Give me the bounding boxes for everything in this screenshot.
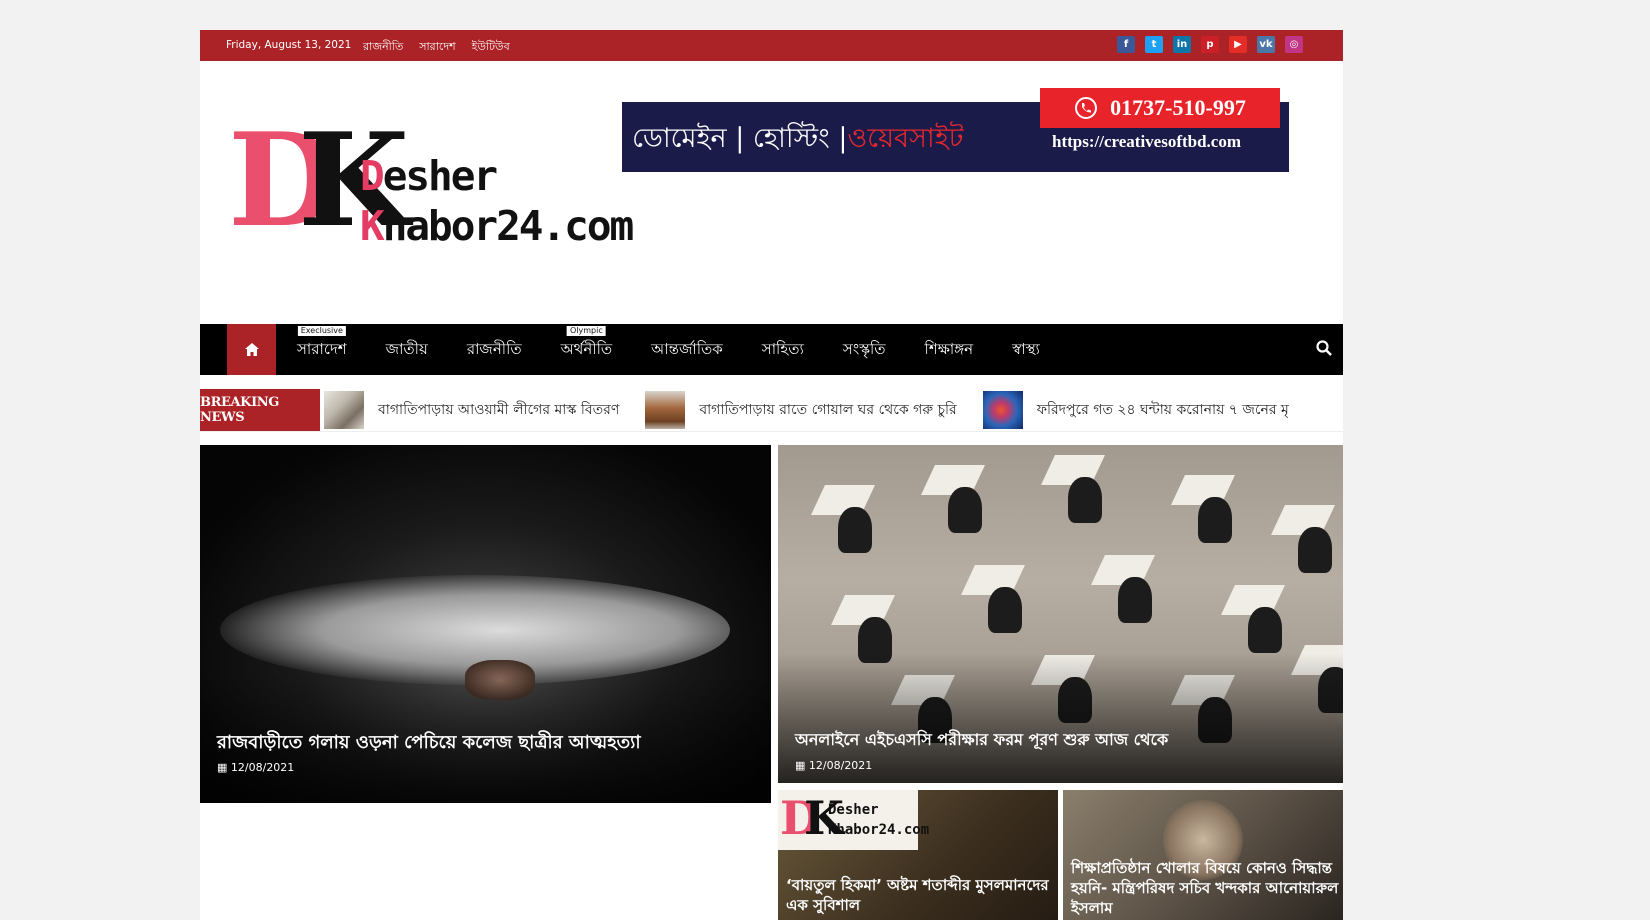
- vk-icon[interactable]: vk: [1257, 36, 1275, 53]
- top-link-youtube[interactable]: ইউটিউব: [472, 38, 510, 57]
- youtube-icon[interactable]: ▶: [1229, 36, 1247, 53]
- nav-items: সারাদেশ Execlusive জাতীয় রাজনীতি অর্থনীতি Ol…: [297, 324, 1040, 375]
- top-bar: Friday, August 13, 2021 রাজনীতি সারাদেশ …: [200, 30, 1343, 61]
- linkedin-icon[interactable]: in: [1173, 36, 1191, 53]
- breaking-news-bar: BREAKING NEWS বাগাতিপাড়ায় আওয়ামী লীগে…: [200, 389, 1343, 432]
- ticker-item[interactable]: ফরিদপুরে গত ২৪ ঘন্টায় করোনায় ৭ জনের মৃ: [982, 391, 1289, 429]
- nav-item[interactable]: সারাদেশ Execlusive: [297, 324, 347, 375]
- image-detail: [1248, 607, 1282, 653]
- current-date: Friday, August 13, 2021: [226, 39, 352, 51]
- ticker-thumbnail: [324, 391, 364, 429]
- top-link-countrywide[interactable]: সারাদেশ: [419, 38, 455, 57]
- image-detail: [948, 487, 982, 533]
- home-icon: [244, 343, 259, 356]
- story-thumbnail-logo: DK Desher Khabor24.com: [778, 790, 929, 850]
- search-icon[interactable]: [1315, 339, 1333, 357]
- ticker-item[interactable]: বাগাতিপাড়ায় রাতে গোয়াল ঘর থেকে গরু চু…: [645, 391, 957, 429]
- nav-item[interactable]: সাহিত্য: [762, 324, 804, 375]
- news-ticker: বাগাতিপাড়ায় আওয়ামী লীগের মাস্ক বিতরণ …: [324, 389, 1315, 431]
- story-title[interactable]: ‘বায়তুল হিকমা’ অষ্টম শতাব্দীর মুসলমানদে…: [786, 875, 1058, 915]
- calendar-icon: ▦: [795, 759, 806, 772]
- ticker-item[interactable]: বাগাতিপাড়ায় আওয়ামী লীগের মাস্ক বিতরণ: [324, 391, 619, 429]
- nav-item-badge: Execlusive: [297, 326, 346, 336]
- nav-item-badge: Olympic: [567, 326, 606, 336]
- instagram-icon[interactable]: ◎: [1285, 36, 1303, 53]
- story-card-small[interactable]: DK Desher Khabor24.com ‘বায়তুল হিকমা’ অ…: [778, 790, 1058, 920]
- image-detail: [1118, 577, 1152, 623]
- ticker-thumbnail: [982, 391, 1023, 429]
- page-container: Friday, August 13, 2021 রাজনীতি সারাদেশ …: [200, 30, 1343, 920]
- nav-item-label: জাতীয়: [385, 340, 428, 358]
- logo-word-2: Khabor24.com: [360, 202, 634, 250]
- top-link-politics[interactable]: রাজনীতি: [363, 38, 403, 57]
- nav-item[interactable]: শিক্ষাঙ্গন: [925, 324, 974, 375]
- nav-item-label: সংস্কৃতি: [842, 340, 886, 358]
- nav-item-label: অর্থনীতি: [560, 340, 613, 358]
- home-button[interactable]: [227, 324, 276, 375]
- nav-item[interactable]: রাজনীতি: [467, 324, 522, 375]
- image-detail: [838, 507, 872, 553]
- top-links: রাজনীতি সারাদেশ ইউটিউব: [363, 38, 510, 57]
- image-detail: [1198, 497, 1232, 543]
- main-nav: সারাদেশ Execlusive জাতীয় রাজনীতি অর্থনীতি Ol…: [200, 324, 1343, 375]
- nav-item-label: আন্তর্জাতিক: [651, 340, 723, 358]
- nav-item-label: সারাদেশ: [297, 340, 347, 358]
- image-detail: [1298, 527, 1332, 573]
- breaking-news-label: BREAKING NEWS: [200, 389, 320, 431]
- social-icons: f t in p ▶ vk ◎: [1117, 36, 1303, 53]
- site-logo[interactable]: D K Desher Khabor24.com: [228, 112, 634, 262]
- story-title[interactable]: শিক্ষাপ্রতিষ্ঠান খোলার বিষয়ে কোনও সিদ্ধ…: [1071, 858, 1343, 918]
- featured-story-large[interactable]: রাজবাড়ীতে গলায় ওড়না পেচিয়ে কলেজ ছাত্…: [200, 445, 771, 803]
- story-date: ▦ 12/08/2021: [795, 759, 873, 772]
- nav-item[interactable]: জাতীয়: [386, 324, 428, 375]
- twitter-icon[interactable]: t: [1145, 36, 1163, 53]
- logo-word-1: Desher: [360, 152, 498, 200]
- featured-story-right[interactable]: অনলাইনে এইচএসসি পরীক্ষার ফরম পূরণ শুরু আ…: [778, 445, 1343, 783]
- banner-phone: 01737-510-997: [1040, 88, 1280, 128]
- story-date: ▦ 12/08/2021: [217, 761, 295, 774]
- story-title[interactable]: অনলাইনে এইচএসসি পরীক্ষার ফরম পূরণ শুরু আ…: [795, 727, 1168, 754]
- ticker-thumbnail: [645, 391, 686, 429]
- nav-item[interactable]: আন্তর্জাতিক: [651, 324, 723, 375]
- nav-item-label: স্বাস্থ্য: [1012, 340, 1040, 358]
- image-detail: [988, 587, 1022, 633]
- story-card-small[interactable]: শিক্ষাপ্রতিষ্ঠান খোলার বিষয়ে কোনও সিদ্ধ…: [1063, 790, 1343, 920]
- story-title[interactable]: রাজবাড়ীতে গলায় ওড়না পেচিয়ে কলেজ ছাত্…: [217, 728, 641, 759]
- image-detail: [1068, 477, 1102, 523]
- phone-icon: [1075, 97, 1098, 119]
- nav-item[interactable]: সংস্কৃতি: [843, 324, 886, 375]
- nav-item-label: শিক্ষাঙ্গন: [924, 340, 974, 358]
- nav-item[interactable]: অর্থনীতি Olympic: [560, 324, 613, 375]
- pinterest-icon[interactable]: p: [1201, 36, 1219, 53]
- nav-item-label: রাজনীতি: [466, 340, 522, 358]
- banner-url: https://creativesoftbd.com: [1052, 132, 1242, 151]
- nav-item-label: সাহিত্য: [761, 340, 804, 358]
- banner-ad[interactable]: ডোমেইন | হোস্টিং |ওয়েবসাইট 01737-510-99…: [622, 88, 1289, 172]
- facebook-icon[interactable]: f: [1117, 36, 1135, 53]
- calendar-icon: ▦: [217, 761, 228, 774]
- nav-item[interactable]: স্বাস্থ্য: [1012, 324, 1040, 375]
- banner-services-text: ডোমেইন | হোস্টিং |ওয়েবসাইট: [632, 123, 964, 154]
